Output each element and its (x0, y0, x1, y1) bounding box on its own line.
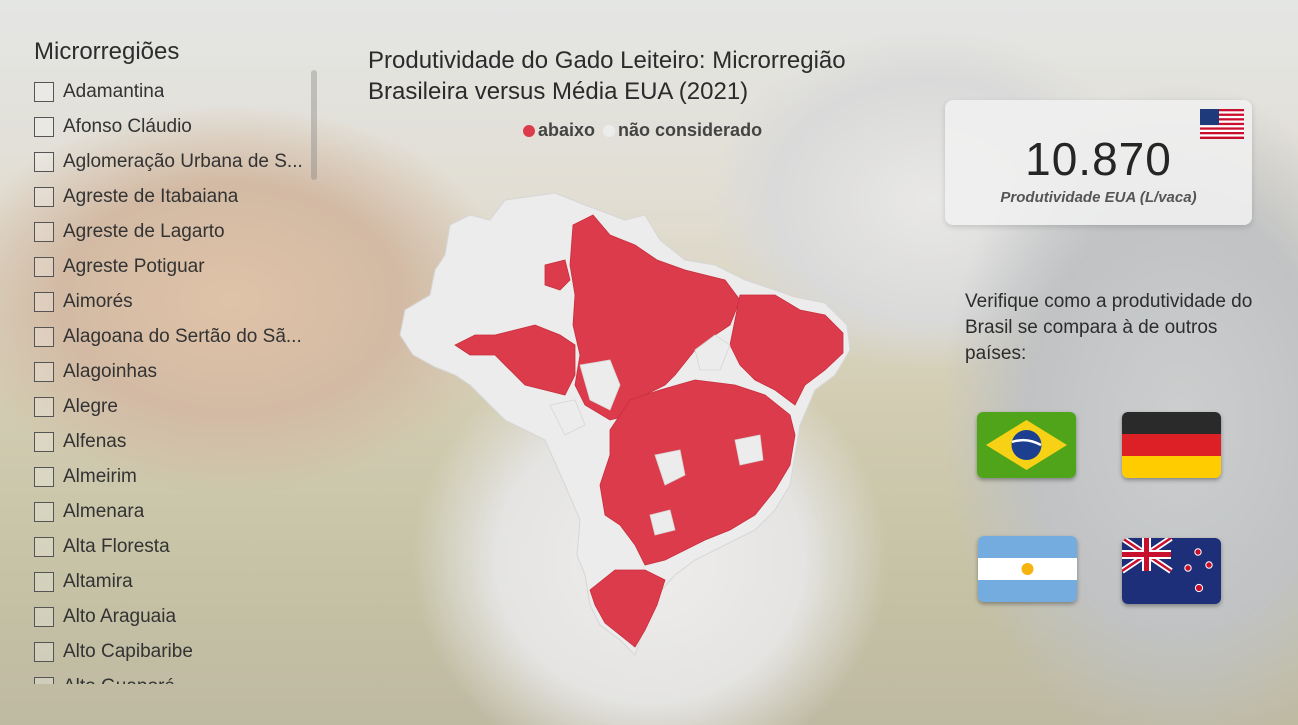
slicer-item[interactable]: Almenara (34, 494, 324, 529)
kpi-card-usa: 10.870 Produtividade EUA (L/vaca) (945, 100, 1252, 225)
slicer-item-label: Alta Floresta (63, 535, 170, 557)
kpi-label: Produtividade EUA (L/vaca) (1000, 189, 1197, 206)
slicer-item-label: Agreste de Lagarto (63, 220, 225, 242)
slicer-checkbox[interactable] (34, 116, 54, 137)
brazil-flag-button[interactable] (977, 412, 1076, 478)
legend-item-below[interactable]: abaixo (523, 120, 595, 141)
brazil-map[interactable] (395, 185, 855, 660)
map-gap-6 (649, 509, 676, 536)
slicer-item-label: Alto Capibaribe (63, 640, 193, 662)
slicer-checkbox[interactable] (34, 676, 54, 684)
slicer-checkbox[interactable] (34, 501, 54, 522)
map-gap-4 (734, 434, 764, 466)
slicer-item[interactable]: Alagoinhas (34, 354, 324, 389)
germany-flag-button[interactable] (1122, 412, 1221, 478)
slicer-item-label: Almenara (63, 500, 145, 522)
slicer-item-label: Almeirim (63, 465, 137, 487)
slicer-checkbox[interactable] (34, 221, 54, 242)
map-region-center-south[interactable] (599, 379, 796, 566)
slicer-item-label: Alto Guaporé (63, 676, 175, 685)
slicer-item-label: Alto Araguaia (63, 605, 177, 627)
slicer-checkbox[interactable] (34, 466, 54, 487)
slicer-checkbox[interactable] (34, 571, 54, 592)
slicer-item-label: Alfenas (63, 430, 127, 452)
slicer-item[interactable]: Alta Floresta (34, 529, 324, 564)
slicer-item-label: Aimorés (63, 290, 133, 312)
slicer-checkbox[interactable] (34, 291, 54, 312)
map-legend: abaixo não considerado (523, 120, 762, 141)
slicer-checkbox[interactable] (34, 81, 54, 102)
slicer-item[interactable]: Almeirim (34, 459, 324, 494)
germany-flag-icon (1122, 412, 1221, 478)
legend-label-not-considered: não considerado (618, 120, 763, 140)
slicer-checkbox[interactable] (34, 151, 54, 172)
new-zealand-flag-button[interactable] (1122, 538, 1221, 604)
slicer-checkbox[interactable] (34, 396, 54, 417)
slicer-checkbox[interactable] (34, 186, 54, 207)
slicer-checkbox[interactable] (34, 361, 54, 382)
slicer-item-label: Alagoinhas (63, 360, 158, 382)
map-region-south[interactable] (589, 569, 666, 648)
slicer-checkbox[interactable] (34, 256, 54, 277)
map-title: Produtividade do Gado Leiteiro: Microrre… (368, 47, 846, 105)
slicer-item[interactable]: Aimorés (34, 284, 324, 319)
kpi-value: 10.870 (1025, 133, 1172, 185)
slicer-item-label: Agreste Potiguar (63, 255, 205, 277)
legend-label-below: abaixo (538, 120, 596, 140)
slicer-item[interactable]: Alto Guaporé (34, 669, 324, 684)
slicer-checkbox[interactable] (34, 606, 54, 627)
slicer-item[interactable]: Adamantina (34, 74, 324, 109)
slicer-checkbox[interactable] (34, 431, 54, 452)
slicer-item[interactable]: Agreste de Lagarto (34, 214, 324, 249)
slicer-item-label: Adamantina (63, 80, 165, 102)
slicer-item[interactable]: Alto Capibaribe (34, 634, 324, 669)
slicer-item[interactable]: Agreste Potiguar (34, 249, 324, 284)
slicer-item-label: Aglomeração Urbana de S... (63, 150, 303, 172)
legend-dot-below (523, 124, 535, 137)
slicer-list[interactable]: Adamantina Afonso Cláudio Aglomeração Urba… (34, 74, 324, 684)
brazil-flag-icon (977, 412, 1076, 478)
microregion-slicer[interactable]: Microrregiões Adamantina Afonso Cláudio Ag… (34, 38, 324, 688)
slicer-item[interactable]: Alto Araguaia (34, 599, 324, 634)
slicer-item[interactable]: Alegre (34, 389, 324, 424)
slicer-item[interactable]: Agreste de Itabaiana (34, 179, 324, 214)
slicer-checkbox[interactable] (34, 536, 54, 557)
new-zealand-flag-icon (1122, 538, 1221, 604)
slicer-item[interactable]: Alagoana do Sertão do Sã... (34, 319, 324, 354)
slicer-checkbox[interactable] (34, 326, 54, 347)
slicer-item[interactable]: Alfenas (34, 424, 324, 459)
slicer-checkbox[interactable] (34, 641, 54, 662)
slicer-item-label: Alagoana do Sertão do Sã... (63, 325, 302, 347)
slicer-item-label: Altamira (63, 570, 133, 592)
argentina-flag-icon (978, 536, 1077, 602)
slicer-item[interactable]: Aglomeração Urbana de S... (34, 144, 324, 179)
argentina-flag-button[interactable] (978, 536, 1077, 602)
slicer-item-label: Afonso Cláudio (63, 115, 192, 137)
compare-text: Verifique como a produtividade do Brasil… (965, 291, 1253, 364)
slicer-title: Microrregiões (34, 38, 180, 65)
legend-dot-not-considered (603, 124, 616, 137)
legend-item-not-considered[interactable]: não considerado (603, 120, 762, 141)
slicer-item[interactable]: Afonso Cláudio (34, 109, 324, 144)
slicer-item-label: Alegre (63, 395, 118, 417)
slicer-item-label: Agreste de Itabaiana (63, 185, 239, 207)
slicer-scrollbar[interactable] (311, 70, 317, 180)
slicer-item[interactable]: Altamira (34, 564, 324, 599)
